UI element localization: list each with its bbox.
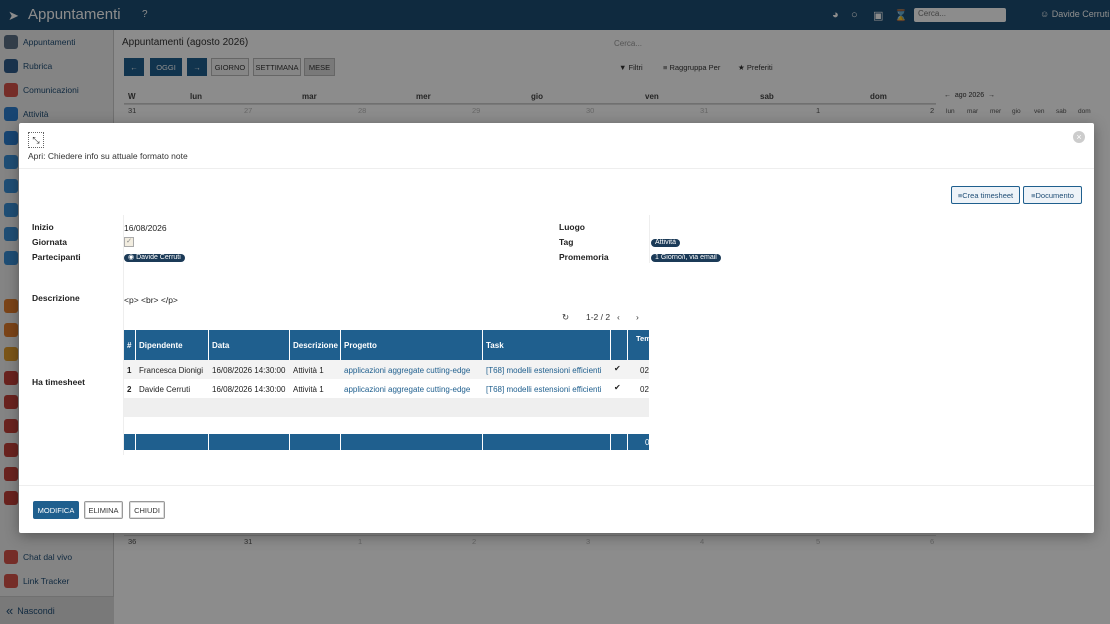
column-header[interactable]: Descrizione — [293, 341, 338, 350]
dialog-subtitle: Apri: Chiedere info su attuale formato n… — [28, 151, 188, 161]
tag-badge: Attività — [651, 239, 681, 247]
collapse-icon[interactable]: ⤡ — [28, 132, 44, 148]
time-cell: 02 — [640, 385, 649, 394]
pager-text: 1-2 / 2 — [586, 312, 611, 322]
divider — [649, 215, 650, 263]
check-circle-icon: ✔ — [614, 364, 621, 373]
table-row[interactable]: 1 Francesca Dionigi 16/08/2026 14:30:00 … — [124, 360, 649, 379]
table-footer: 0 — [124, 434, 649, 450]
time-cell: 02 — [640, 366, 649, 375]
divider — [19, 168, 1094, 169]
table-header: # Dipendente Data Descrizione Progetto T… — [124, 330, 649, 360]
project-link[interactable]: applicazioni aggregate cutting-edge — [344, 385, 470, 394]
description-value: <p> <br> </p> — [124, 295, 178, 305]
event-detail-dialog: ⤡ Apri: Chiedere info su attuale formato… — [19, 123, 1094, 533]
reminder-badge: 1 Giorno/i, via email — [651, 254, 721, 262]
participants-label: Partecipanti — [32, 252, 81, 262]
description-cell: Attività 1 — [293, 366, 324, 375]
employee-cell: Francesca Dionigi — [139, 366, 204, 375]
date-cell: 16/08/2026 14:30:00 — [212, 385, 286, 394]
task-link[interactable]: [T68] modelli estensioni efficienti — [486, 385, 601, 394]
description-label: Descrizione — [32, 293, 80, 303]
pager-next-icon[interactable]: › — [636, 312, 639, 322]
row-number: 1 — [127, 366, 132, 375]
timesheet-table: # Dipendente Data Descrizione Progetto T… — [124, 330, 649, 452]
column-header[interactable]: # — [127, 341, 131, 350]
participant-name: Davide Cerruti — [136, 254, 181, 261]
start-label: Inizio — [32, 222, 54, 232]
start-value: 16/08/2026 — [124, 223, 167, 233]
task-link[interactable]: [T68] modelli estensioni efficienti — [486, 366, 601, 375]
table-row[interactable]: 2 Davide Cerruti 16/08/2026 14:30:00 Att… — [124, 379, 649, 398]
column-header[interactable]: Progetto — [344, 341, 377, 350]
location-label: Luogo — [559, 222, 585, 232]
total-cell: 0 — [645, 438, 649, 447]
description-cell: Attività 1 — [293, 385, 324, 394]
allday-checkbox[interactable]: ✓ — [124, 237, 134, 247]
employee-cell: Davide Cerruti — [139, 385, 191, 394]
divider — [19, 485, 1094, 486]
row-number: 2 — [127, 385, 132, 394]
project-link[interactable]: applicazioni aggregate cutting-edge — [344, 366, 470, 375]
create-timesheet-button[interactable]: ≡ Crea timesheet — [951, 186, 1020, 204]
close-icon[interactable]: × — [1073, 131, 1085, 143]
column-header[interactable]: Task — [486, 341, 504, 350]
edit-button[interactable]: MODIFICA — [33, 501, 79, 519]
create-timesheet-label: Crea timesheet — [962, 190, 1014, 200]
tag-label: Tag — [559, 237, 574, 247]
delete-button[interactable]: ELIMINA — [84, 501, 123, 519]
close-button[interactable]: CHIUDI — [129, 501, 165, 519]
timesheet-label: Ha timesheet — [32, 377, 85, 387]
refresh-icon[interactable]: ↻ — [562, 312, 569, 323]
empty-row — [124, 398, 649, 417]
column-header[interactable]: Tem (O — [636, 334, 649, 343]
date-cell: 16/08/2026 14:30:00 — [212, 366, 286, 375]
check-circle-icon: ✔ — [614, 383, 621, 392]
document-button[interactable]: ≡ Documento — [1023, 186, 1082, 204]
column-header[interactable]: Dipendente — [139, 341, 183, 350]
pager-prev-icon[interactable]: ‹ — [617, 312, 620, 322]
document-label: Documento — [1035, 190, 1074, 200]
column-header[interactable]: Data — [212, 341, 229, 350]
reminder-label: Promemoria — [559, 252, 609, 262]
participant-tag[interactable]: ◉ Davide Cerruti — [124, 254, 185, 262]
allday-label: Giornata — [32, 237, 67, 247]
